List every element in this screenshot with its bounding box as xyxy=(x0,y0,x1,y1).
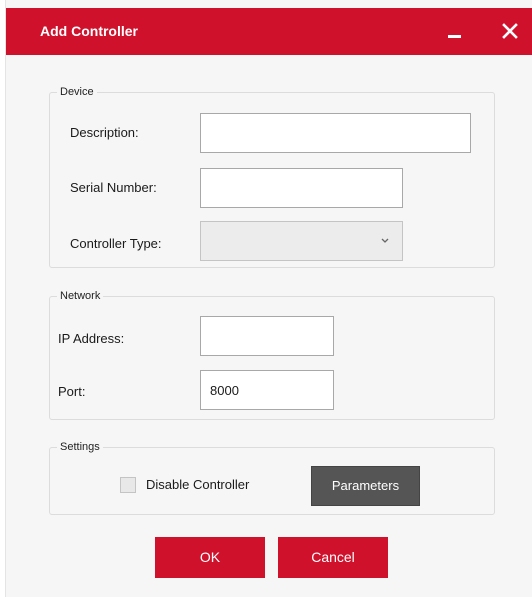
ok-button[interactable]: OK xyxy=(155,537,265,578)
close-icon xyxy=(502,23,518,39)
dialog-title: Add Controller xyxy=(40,23,138,39)
disable-controller-label: Disable Controller xyxy=(146,477,250,492)
title-bar: Add Controller xyxy=(6,8,532,55)
parameters-button[interactable]: Parameters xyxy=(311,466,420,506)
ip-address-label: IP Address: xyxy=(58,331,125,346)
settings-group: Settings Disable Controller Parameters xyxy=(49,441,495,515)
controller-type-select[interactable] xyxy=(200,221,403,261)
controller-type-label: Controller Type: xyxy=(70,236,162,251)
network-legend: Network xyxy=(60,290,101,302)
device-group: Device Description: Serial Number: Contr… xyxy=(49,86,495,268)
minimize-icon xyxy=(448,35,461,38)
device-legend: Device xyxy=(60,86,94,98)
port-input[interactable] xyxy=(200,370,334,410)
chevron-down-icon xyxy=(381,238,389,243)
description-input[interactable] xyxy=(200,113,471,153)
serial-number-label: Serial Number: xyxy=(70,180,157,195)
add-controller-dialog: Add Controller Device Description: Seria… xyxy=(5,0,532,597)
network-group: Network IP Address: Port: xyxy=(49,290,495,420)
ip-address-input[interactable] xyxy=(200,316,334,356)
description-label: Description: xyxy=(70,125,139,140)
disable-controller-checkbox[interactable] xyxy=(120,477,136,493)
close-button[interactable] xyxy=(495,16,525,46)
cancel-button[interactable]: Cancel xyxy=(278,537,388,578)
port-label: Port: xyxy=(58,384,86,399)
serial-number-input[interactable] xyxy=(200,168,403,208)
minimize-button[interactable] xyxy=(439,16,469,46)
settings-legend: Settings xyxy=(60,441,100,453)
